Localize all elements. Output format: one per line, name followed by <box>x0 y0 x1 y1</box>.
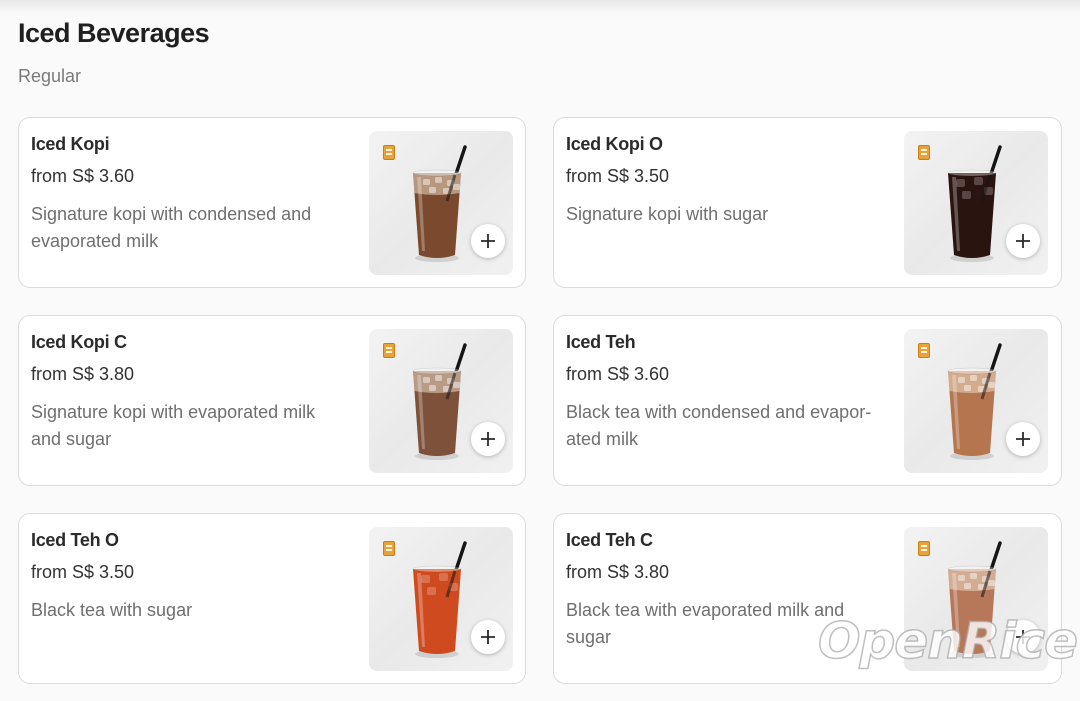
header-shadow <box>0 0 1080 14</box>
item-price: from S$ 3.80 <box>566 562 670 582</box>
menu-item-card[interactable]: Iced Teh O from S$ 3.50 Black tea with s… <box>18 513 526 684</box>
plus-icon <box>481 432 495 446</box>
add-item-button[interactable] <box>471 422 505 456</box>
plus-icon <box>1016 432 1030 446</box>
menu-item-card[interactable]: Iced Kopi O from S$ 3.50 Signature kopi … <box>553 117 1062 288</box>
item-price: from S$ 3.50 <box>31 562 135 582</box>
item-name: Iced Teh O <box>31 530 119 550</box>
add-item-button[interactable] <box>471 224 505 258</box>
item-image[interactable] <box>369 329 513 473</box>
item-description: Signature kopi with condensed and evapor… <box>31 204 312 251</box>
item-description: Black tea with condensed and evapor- ate… <box>566 402 872 449</box>
section-subtitle: Regular <box>18 66 82 86</box>
add-item-button[interactable] <box>1006 224 1040 258</box>
menu-grid: Iced Kopi from S$ 3.60 Signature kopi wi… <box>18 117 1062 684</box>
plus-icon <box>481 630 495 644</box>
plus-icon <box>481 234 495 248</box>
watermark-logo: OpenRice <box>817 611 1079 671</box>
item-name: Iced Teh C <box>566 530 653 550</box>
item-price: from S$ 3.60 <box>566 364 670 384</box>
add-item-button[interactable] <box>1006 422 1040 456</box>
menu-item-card[interactable]: Iced Teh from S$ 3.60 Black tea with con… <box>553 315 1062 486</box>
item-image[interactable] <box>904 329 1048 473</box>
item-price: from S$ 3.80 <box>31 364 135 384</box>
item-name: Iced Kopi <box>31 134 110 154</box>
item-description: Signature kopi with sugar <box>566 204 769 224</box>
item-description: Black tea with sugar <box>31 600 193 620</box>
section-title: Iced Beverages <box>18 18 210 48</box>
item-description: Signature kopi with evaporated milk and … <box>31 402 316 449</box>
item-name: Iced Kopi O <box>566 134 663 154</box>
menu-item-card[interactable]: Iced Kopi from S$ 3.60 Signature kopi wi… <box>18 117 526 288</box>
item-image[interactable] <box>904 131 1048 275</box>
item-image[interactable] <box>369 527 513 671</box>
add-item-button[interactable] <box>471 620 505 654</box>
item-name: Iced Kopi C <box>31 332 127 352</box>
plus-icon <box>1016 234 1030 248</box>
item-price: from S$ 3.50 <box>566 166 670 186</box>
item-price: from S$ 3.60 <box>31 166 135 186</box>
menu-item-card[interactable]: Iced Kopi C from S$ 3.80 Signature kopi … <box>18 315 526 486</box>
item-image[interactable] <box>369 131 513 275</box>
item-name: Iced Teh <box>566 332 636 352</box>
